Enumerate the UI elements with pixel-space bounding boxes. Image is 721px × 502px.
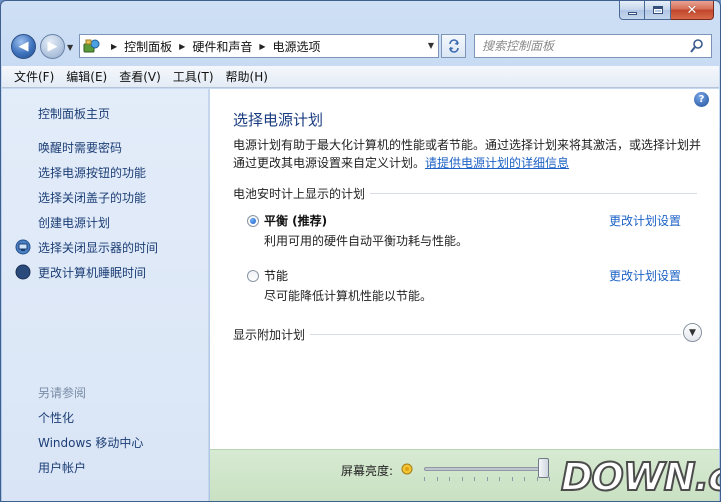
slider-tick bbox=[511, 477, 513, 481]
help-icon[interactable]: ? bbox=[694, 92, 709, 107]
minimize-icon bbox=[627, 11, 637, 15]
control-panel-window: ✕ ◀ ▶ ▼ ▶ 控制面板 ▶ 硬件和声音 ▶ 电源选项 ▼ 搜索控制面板 文… bbox=[0, 0, 721, 502]
brightness-slider-track[interactable] bbox=[424, 467, 549, 471]
sidebar-link-personalization[interactable]: 个性化 bbox=[38, 409, 74, 426]
brightness-label: 屏幕亮度: bbox=[341, 464, 394, 478]
breadcrumb-separator[interactable]: ▶ bbox=[179, 42, 185, 51]
section-divider bbox=[370, 193, 697, 194]
back-arrow-icon: ◀ bbox=[18, 39, 29, 54]
recent-pages-dropdown[interactable]: ▼ bbox=[67, 43, 73, 52]
menu-file[interactable]: 文件(F) bbox=[8, 68, 60, 85]
address-bar[interactable]: ▶ 控制面板 ▶ 硬件和声音 ▶ 电源选项 ▼ bbox=[79, 34, 439, 58]
chevron-down-icon: ▼ bbox=[689, 327, 696, 338]
main-content: ? 选择电源计划 电源计划有助于最大化计算机的性能或者节能。通过选择计划来将其激… bbox=[210, 89, 719, 501]
moon-icon bbox=[15, 264, 31, 280]
plan-balanced-name[interactable]: 平衡 (推荐) bbox=[264, 212, 327, 229]
sidebar-link-user-accounts[interactable]: 用户帐户 bbox=[38, 459, 86, 476]
breadcrumb-separator[interactable]: ▶ bbox=[111, 42, 117, 51]
sidebar-link-display-off[interactable]: 选择关闭显示器的时间 bbox=[38, 239, 158, 256]
plan-balanced-settings-link[interactable]: 更改计划设置 bbox=[609, 212, 681, 229]
search-input[interactable] bbox=[482, 39, 682, 53]
forward-arrow-icon: ▶ bbox=[47, 39, 58, 54]
forward-button[interactable]: ▶ bbox=[40, 34, 65, 59]
watermark-logo: DOWN.cc bbox=[560, 453, 720, 501]
control-panel-icon bbox=[80, 36, 104, 56]
slider-tick bbox=[474, 477, 475, 481]
refresh-icon bbox=[448, 39, 459, 53]
plan-balanced-radio[interactable] bbox=[247, 215, 259, 227]
close-button[interactable]: ✕ bbox=[671, 1, 714, 20]
sidebar-link-create-plan[interactable]: 创建电源计划 bbox=[38, 214, 110, 231]
breadcrumb-separator[interactable]: ▶ bbox=[259, 42, 265, 51]
breadcrumb-hardware-sound[interactable]: 硬件和声音 bbox=[192, 38, 252, 55]
page-title: 选择电源计划 bbox=[233, 111, 324, 129]
close-icon: ✕ bbox=[686, 2, 698, 18]
menu-edit[interactable]: 编辑(E) bbox=[60, 68, 113, 85]
control-panel-home-link[interactable]: 控制面板主页 bbox=[38, 105, 110, 122]
sidebar-link-lid-close[interactable]: 选择关闭盖子的功能 bbox=[38, 189, 146, 206]
slider-tick bbox=[549, 477, 550, 481]
slider-tick bbox=[449, 477, 450, 481]
plan-power-saver-settings-link[interactable]: 更改计划设置 bbox=[609, 267, 681, 284]
plan-power-saver-radio[interactable] bbox=[247, 270, 259, 282]
back-button[interactable]: ◀ bbox=[11, 34, 36, 59]
slider-tick bbox=[499, 477, 500, 481]
intro-text: 电源计划有助于最大化计算机的性能或者节能。通过选择计划来将其激活，或选择计划并通… bbox=[233, 136, 703, 172]
sidebar-link-sleep-time[interactable]: 更改计算机睡眠时间 bbox=[38, 264, 146, 281]
show-additional-plans-label[interactable]: 显示附加计划 bbox=[233, 326, 305, 343]
address-dropdown-button[interactable]: ▼ bbox=[428, 41, 434, 50]
sidebar-link-power-button[interactable]: 选择电源按钮的功能 bbox=[38, 164, 146, 181]
refresh-button[interactable] bbox=[441, 34, 466, 58]
search-icon[interactable] bbox=[689, 38, 705, 54]
slider-tick bbox=[486, 477, 488, 481]
menu-help[interactable]: 帮助(H) bbox=[220, 68, 274, 85]
breadcrumb-power-options[interactable]: 电源选项 bbox=[273, 38, 321, 55]
breadcrumb-control-panel[interactable]: 控制面板 bbox=[124, 38, 172, 55]
maximize-icon bbox=[652, 6, 663, 14]
tasks-sidebar: 控制面板主页 唤醒时需要密码 选择电源按钮的功能 选择关闭盖子的功能 创建电源计… bbox=[2, 89, 209, 501]
menu-bar: 文件(F) 编辑(E) 查看(V) 工具(T) 帮助(H) bbox=[2, 66, 719, 88]
minimize-button[interactable] bbox=[619, 1, 645, 20]
section-divider bbox=[310, 334, 681, 335]
plan-power-saver-name[interactable]: 节能 bbox=[264, 267, 288, 284]
plan-balanced-description: 利用可用的硬件自动平衡功耗与性能。 bbox=[264, 234, 469, 248]
brightness-sun-icon bbox=[401, 463, 413, 475]
slider-tick bbox=[524, 477, 525, 481]
search-box[interactable] bbox=[474, 34, 712, 58]
brightness-slider-thumb[interactable] bbox=[537, 458, 549, 478]
caption-buttons: ✕ bbox=[619, 1, 714, 20]
expand-additional-plans-button[interactable]: ▼ bbox=[683, 323, 702, 342]
sidebar-link-wake-password[interactable]: 唤醒时需要密码 bbox=[38, 139, 122, 156]
navigation-bar: ◀ ▶ ▼ ▶ 控制面板 ▶ 硬件和声音 ▶ 电源选项 ▼ bbox=[1, 29, 720, 65]
slider-tick bbox=[436, 477, 438, 481]
menu-view[interactable]: 查看(V) bbox=[113, 68, 167, 85]
watermark-text: DOWN.cc bbox=[560, 454, 720, 500]
battery-plans-heading: 电池安时计上显示的计划 bbox=[233, 187, 366, 201]
slider-tick bbox=[424, 477, 425, 481]
sidebar-link-mobility-center[interactable]: Windows 移动中心 bbox=[38, 434, 143, 451]
display-icon bbox=[15, 239, 31, 255]
maximize-button[interactable] bbox=[645, 1, 671, 20]
plan-power-saver-description: 尽可能降低计算机性能以节能。 bbox=[264, 289, 433, 303]
slider-tick bbox=[461, 477, 463, 481]
slider-tick bbox=[536, 477, 538, 481]
see-also-heading: 另请参阅 bbox=[38, 386, 87, 400]
menu-tools[interactable]: 工具(T) bbox=[167, 68, 220, 85]
plan-details-link[interactable]: 请提供电源计划的详细信息 bbox=[425, 156, 569, 170]
